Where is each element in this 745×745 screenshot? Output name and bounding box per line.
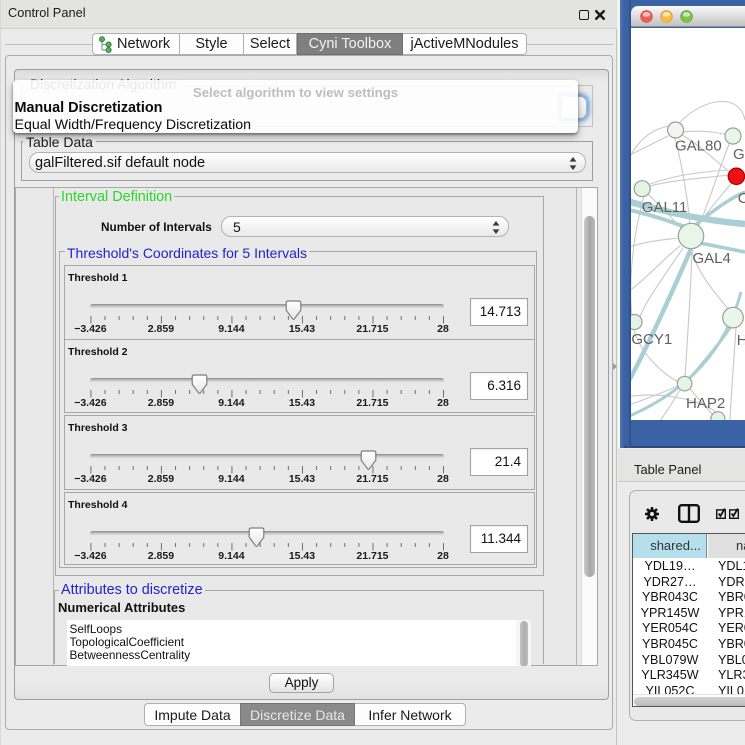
svg-text:GAL80: GAL80 <box>675 138 722 155</box>
svg-text:G.: G. <box>733 146 745 163</box>
svg-text:GAL11: GAL11 <box>642 199 688 216</box>
svg-text:H: H <box>737 332 745 349</box>
svg-text:GAL4: GAL4 <box>693 250 731 267</box>
svg-text:HAP2: HAP2 <box>686 395 725 412</box>
svg-text:GCY1: GCY1 <box>631 331 672 348</box>
svg-text:C: C <box>738 190 745 207</box>
